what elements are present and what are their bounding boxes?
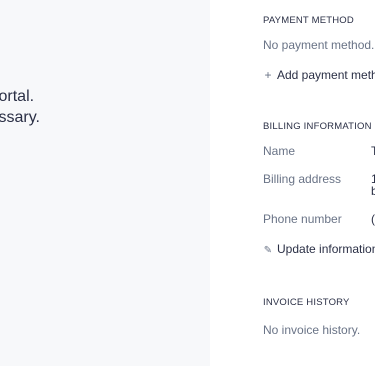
- invoice-history-empty-text: No invoice history.: [263, 323, 361, 337]
- billing-information-heading: BILLING INFORMATION: [263, 121, 372, 132]
- left-panel-line-1: portal.: [0, 88, 35, 105]
- plus-icon: +: [264, 68, 272, 82]
- phone-number-value: (: [371, 212, 375, 226]
- add-payment-method-button[interactable]: + Add payment method: [263, 68, 375, 82]
- invoice-history-heading: INVOICE HISTORY: [263, 297, 350, 308]
- update-information-button[interactable]: ✎ Update information: [263, 242, 375, 256]
- left-panel-text: portal. essary.: [0, 86, 40, 128]
- left-panel-line-2: essary.: [0, 109, 40, 126]
- payment-method-heading: PAYMENT METHOD: [263, 15, 354, 26]
- name-label: Name: [263, 144, 296, 158]
- payment-method-empty-text: No payment method.: [263, 38, 375, 52]
- name-value: T: [371, 144, 375, 158]
- billing-address-value-line-2: b: [371, 184, 375, 198]
- update-information-label: Update information: [277, 242, 375, 256]
- add-payment-method-label: Add payment method: [277, 68, 375, 82]
- pencil-icon: ✎: [263, 245, 273, 256]
- right-panel: PAYMENT METHOD No payment method. + Add p…: [210, 0, 375, 366]
- phone-number-label: Phone number: [263, 212, 342, 226]
- billing-portal-page: portal. essary. PAYMENT METHOD No paymen…: [0, 0, 375, 366]
- billing-address-label: Billing address: [263, 172, 342, 186]
- left-panel: portal. essary.: [0, 0, 210, 366]
